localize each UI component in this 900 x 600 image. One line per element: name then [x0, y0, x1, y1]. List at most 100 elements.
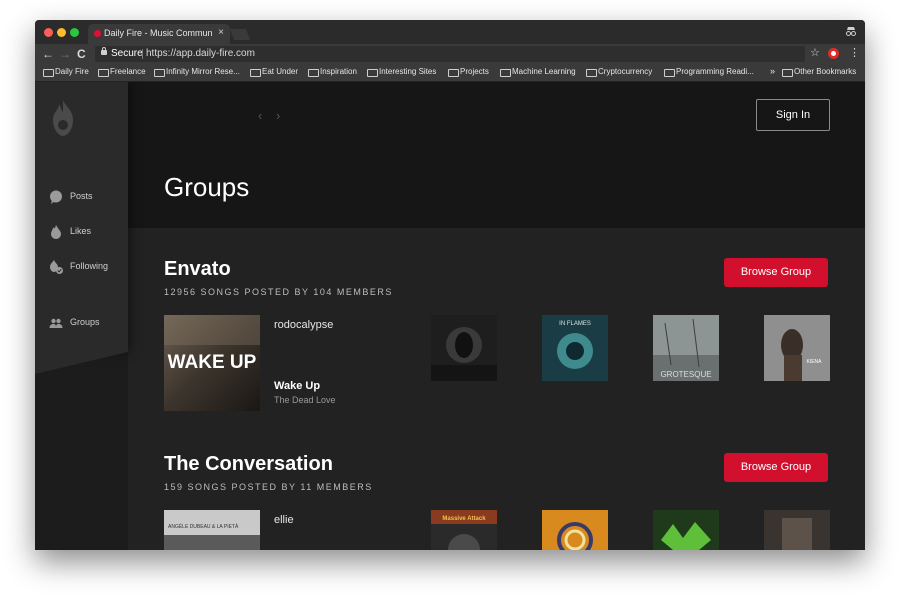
- album-thumbnail[interactable]: [764, 510, 830, 550]
- bookmark-label: Machine Learning: [512, 67, 576, 76]
- tab-title: Daily Fire - Music Communities: [104, 28, 212, 38]
- bookmark-label: Cryptocurrency: [598, 67, 653, 76]
- bookmark-item[interactable]: Daily Fire: [43, 67, 89, 77]
- album-art: KIENA: [764, 315, 830, 381]
- folder-icon: [43, 69, 54, 77]
- album-thumbnail[interactable]: [542, 510, 608, 550]
- post-user[interactable]: ellie: [274, 514, 294, 526]
- tab-close-icon[interactable]: ×: [218, 27, 224, 38]
- page-title: Groups: [164, 172, 250, 202]
- album-art: IN FLAMES: [542, 315, 608, 381]
- bookmark-item[interactable]: Freelance: [98, 67, 146, 77]
- folder-icon: [250, 69, 261, 77]
- browse-group-button[interactable]: Browse Group: [724, 258, 828, 287]
- album-art: WAKE UP: [164, 315, 260, 411]
- maximize-window-button[interactable]: [70, 28, 79, 37]
- groups-list: Envato 12956 SONGS POSTED BY 104 MEMBERS…: [128, 228, 865, 550]
- bookmarks-overflow-button[interactable]: »: [770, 66, 775, 76]
- folder-icon: [448, 69, 459, 77]
- url-input[interactable]: Secure https://app.daily-fire.com: [95, 46, 805, 62]
- song-artist: The Dead Love: [274, 395, 336, 405]
- favicon-icon: [94, 30, 101, 37]
- album-thumbnail[interactable]: IN FLAMES: [542, 315, 608, 381]
- group-meta: 159 SONGS POSTED BY 11 MEMBERS: [164, 482, 373, 492]
- bookmark-label: Daily Fire: [55, 67, 89, 76]
- browse-group-button[interactable]: Browse Group: [724, 453, 828, 482]
- album-cover-text: ANGÈLE DUBEAU & LA PIETÀ: [168, 523, 239, 530]
- group-card: The Conversation 159 SONGS POSTED BY 11 …: [164, 453, 844, 550]
- bookmark-item[interactable]: Cryptocurrency: [586, 67, 653, 77]
- browser-menu-icon[interactable]: ⋮: [849, 46, 860, 59]
- sidebar-item-label: Posts: [70, 191, 93, 201]
- folder-icon: [782, 69, 793, 77]
- incognito-icon[interactable]: [845, 25, 857, 37]
- album-art: Massive Attack: [431, 510, 497, 550]
- url-separator: [142, 49, 143, 59]
- featured-album-cover[interactable]: WAKE UP: [164, 315, 260, 411]
- page-header: ‹ ›: [128, 82, 865, 228]
- group-name[interactable]: The Conversation: [164, 453, 333, 476]
- bookmark-item[interactable]: Eat Under: [250, 67, 298, 77]
- next-arrow-icon[interactable]: ›: [276, 108, 280, 123]
- reload-button[interactable]: C: [77, 46, 86, 62]
- prev-arrow-icon[interactable]: ‹: [258, 108, 262, 123]
- chat-bubble-icon: [50, 190, 62, 204]
- extension-icon[interactable]: [828, 48, 839, 59]
- back-button[interactable]: ←: [42, 46, 54, 62]
- album-art: [653, 510, 719, 550]
- bookmark-label: Freelance: [110, 67, 146, 76]
- album-thumbnail[interactable]: [653, 510, 719, 550]
- bookmark-star-icon[interactable]: ☆: [810, 46, 820, 59]
- album-art: [764, 510, 830, 550]
- page: ‹ › Sign In Groups Envato 12956 SONGS PO…: [35, 82, 865, 550]
- bookmark-label: Other Bookmarks: [794, 67, 857, 76]
- secure-label: Secure: [111, 48, 143, 59]
- post-user[interactable]: rodocalypse: [274, 319, 333, 331]
- close-window-button[interactable]: [44, 28, 53, 37]
- album-thumbnail[interactable]: GROTESQUE: [653, 315, 719, 381]
- sign-in-button[interactable]: Sign In: [756, 99, 830, 131]
- album-thumbnail[interactable]: Massive Attack: [431, 510, 497, 550]
- bookmark-item[interactable]: Infinity Mirror Rese...: [154, 67, 240, 77]
- group-meta: 12956 SONGS POSTED BY 104 MEMBERS: [164, 287, 393, 297]
- bookmark-label: Interesting Sites: [379, 67, 437, 76]
- minimize-window-button[interactable]: [57, 28, 66, 37]
- album-art: GROTESQUE: [653, 315, 719, 381]
- history-arrows: ‹ ›: [258, 108, 280, 123]
- new-tab-button[interactable]: [229, 29, 251, 40]
- forward-button[interactable]: →: [59, 46, 71, 62]
- browser-tab[interactable]: Daily Fire - Music Communities ×: [88, 24, 230, 44]
- album-cover-text: KIENA: [806, 359, 822, 365]
- group-name[interactable]: Envato: [164, 258, 231, 281]
- bookmark-item[interactable]: Projects: [448, 67, 489, 77]
- group-card: Envato 12956 SONGS POSTED BY 104 MEMBERS…: [164, 258, 844, 418]
- album-art: ANGÈLE DUBEAU & LA PIETÀ: [164, 510, 260, 550]
- song-title[interactable]: Wake Up: [274, 380, 320, 392]
- folder-icon: [308, 69, 319, 77]
- sidebar-item-groups[interactable]: Groups: [49, 314, 127, 332]
- flame-icon: [51, 225, 61, 239]
- bookmark-item[interactable]: Programming Readi...: [664, 67, 754, 77]
- follow-check-icon: [50, 260, 63, 274]
- folder-icon: [98, 69, 109, 77]
- album-cover-text: Massive Attack: [442, 516, 486, 522]
- bookmark-item[interactable]: Machine Learning: [500, 67, 576, 77]
- folder-icon: [500, 69, 511, 77]
- sidebar: Posts Likes Following Groups: [35, 82, 128, 374]
- url-text: https://app.daily-fire.com: [146, 48, 255, 59]
- sidebar-item-following[interactable]: Following: [49, 258, 127, 276]
- folder-icon: [154, 69, 165, 77]
- album-thumbnail[interactable]: KIENA: [764, 315, 830, 381]
- lock-icon: [101, 47, 107, 55]
- sidebar-item-likes[interactable]: Likes: [49, 223, 127, 241]
- album-thumbnail[interactable]: [431, 315, 497, 381]
- other-bookmarks[interactable]: Other Bookmarks: [782, 67, 857, 77]
- bookmark-item[interactable]: Inspiration: [308, 67, 357, 77]
- bookmark-label: Inspiration: [320, 67, 357, 76]
- sidebar-item-label: Likes: [70, 226, 92, 236]
- sidebar-item-posts[interactable]: Posts: [49, 188, 127, 206]
- featured-album-cover[interactable]: ANGÈLE DUBEAU & LA PIETÀ: [164, 510, 260, 550]
- logo-flame-icon[interactable]: [51, 100, 75, 136]
- folder-icon: [664, 69, 675, 77]
- bookmark-item[interactable]: Interesting Sites: [367, 67, 437, 77]
